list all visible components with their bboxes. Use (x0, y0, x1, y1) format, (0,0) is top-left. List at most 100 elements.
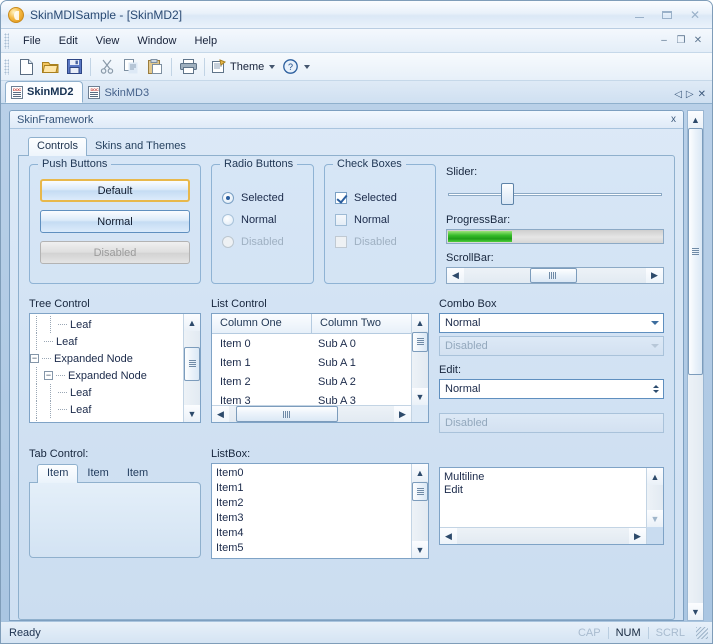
list-item[interactable]: Item0 (216, 466, 411, 481)
scroll-down-arrow-icon[interactable]: ▼ (412, 388, 428, 405)
column-header-one[interactable]: Column One (212, 314, 312, 333)
scroll-down-arrow-icon[interactable]: ▼ (412, 541, 428, 558)
horizontal-scrollbar[interactable]: ◀ ▶ (446, 267, 664, 284)
theme-button[interactable]: Theme (209, 56, 278, 78)
checkbox-selected[interactable]: Selected (335, 187, 425, 209)
tree-control[interactable]: Leaf Leaf − Expanded Node − Expanded Nod… (29, 313, 201, 423)
toolbar-overflow-caret-icon[interactable] (304, 64, 311, 69)
new-file-icon[interactable] (15, 56, 37, 78)
tab-next-icon[interactable]: ▷ (686, 89, 694, 100)
list-control[interactable]: Column One Column Two Item 0 Sub A 0 Ite… (211, 313, 429, 423)
tree-node[interactable]: − Expanded Node (30, 350, 183, 367)
combo-box-normal[interactable]: Normal (439, 313, 664, 333)
open-folder-icon[interactable] (39, 56, 61, 78)
table-row[interactable]: Item 0 Sub A 0 (212, 334, 411, 353)
radio-selected[interactable]: Selected (222, 187, 303, 209)
scrollbar-track[interactable] (464, 268, 646, 283)
list-item[interactable]: Item5 (216, 541, 411, 556)
radio-normal[interactable]: Normal (222, 209, 303, 231)
mdi-restore-button[interactable]: ❐ (673, 34, 689, 48)
table-row[interactable]: Item 2 Sub A 2 (212, 372, 411, 391)
tab-prev-icon[interactable]: ◁ (674, 89, 682, 100)
list-horizontal-scrollbar[interactable]: ◀ ▶ (212, 405, 411, 422)
scroll-up-arrow-icon[interactable]: ▲ (688, 111, 703, 128)
default-button[interactable]: Default (40, 179, 190, 202)
spinner-icon[interactable] (648, 385, 663, 393)
scroll-left-arrow-icon[interactable]: ◀ (447, 268, 464, 283)
normal-button[interactable]: Normal (40, 210, 190, 233)
chevron-down-icon[interactable] (646, 321, 663, 325)
print-icon[interactable] (177, 56, 199, 78)
tree-node[interactable]: Leaf (30, 316, 183, 333)
list-box-vertical-scrollbar[interactable]: ▲ ▼ (411, 464, 428, 558)
mdi-scroll-track[interactable] (688, 128, 703, 603)
scroll-left-arrow-icon[interactable]: ◀ (440, 528, 457, 544)
list-box-scroll-thumb[interactable] (412, 482, 428, 502)
checkbox-normal[interactable]: Normal (335, 209, 425, 231)
scroll-right-arrow-icon[interactable]: ▶ (646, 268, 663, 283)
save-disk-icon[interactable] (63, 56, 85, 78)
tab-close-icon[interactable]: ✕ (698, 89, 706, 100)
mdi-tab-skinmd3[interactable]: SkinMD3 (83, 82, 158, 103)
scroll-down-arrow-icon[interactable]: ▼ (688, 603, 703, 620)
table-row[interactable]: Item 1 Sub A 1 (212, 353, 411, 372)
mdi-close-button[interactable]: ✕ (690, 34, 706, 48)
menu-help[interactable]: Help (185, 32, 226, 50)
multiline-edit-text[interactable]: Multiline Edit (440, 468, 646, 527)
list-hscroll-track[interactable] (229, 406, 394, 422)
tree-collapse-icon[interactable]: − (30, 354, 39, 363)
mdi-tab-skinmd2[interactable]: SkinMD2 (5, 81, 84, 103)
cut-scissors-icon[interactable] (96, 56, 118, 78)
tab-item-2[interactable]: Item (78, 465, 117, 482)
list-box-scroll-track[interactable] (412, 481, 428, 541)
tab-skins-and-themes[interactable]: Skins and Themes (87, 138, 194, 155)
tree-node[interactable]: Leaf (30, 418, 183, 422)
multiline-hscroll-track[interactable] (457, 528, 629, 544)
list-item[interactable]: Item3 (216, 511, 411, 526)
list-item[interactable]: Item1 (216, 481, 411, 496)
column-header-two[interactable]: Column Two (312, 314, 411, 333)
menu-edit[interactable]: Edit (50, 32, 87, 50)
list-item[interactable]: Item6 (216, 556, 411, 558)
scroll-left-arrow-icon[interactable]: ◀ (212, 406, 229, 422)
list-item[interactable]: Item4 (216, 526, 411, 541)
toolbar-drag-grip[interactable] (4, 58, 9, 75)
mdi-minimize-button[interactable]: – (656, 34, 672, 48)
tree-collapse-icon[interactable]: − (44, 371, 53, 380)
list-box[interactable]: Item0 Item1 Item2 Item3 Item4 Item5 Item… (211, 463, 429, 559)
list-item[interactable]: Item2 (216, 496, 411, 511)
minimize-button[interactable] (626, 6, 652, 24)
multiline-scroll-track[interactable] (647, 485, 663, 510)
scroll-up-arrow-icon[interactable]: ▲ (647, 468, 663, 485)
tree-scroll-thumb[interactable] (184, 347, 200, 382)
scroll-up-arrow-icon[interactable]: ▲ (412, 464, 428, 481)
resize-grip-icon[interactable] (696, 626, 708, 639)
slider-thumb[interactable] (501, 183, 514, 205)
mdi-scroll-thumb[interactable] (688, 128, 703, 375)
list-scroll-track[interactable] (412, 331, 428, 388)
multiline-vertical-scrollbar[interactable]: ▲ ▼ (646, 468, 663, 527)
list-hscroll-thumb[interactable] (235, 406, 338, 422)
scroll-down-arrow-icon[interactable]: ▼ (647, 510, 663, 527)
maximize-button[interactable] (654, 6, 680, 24)
multiline-edit[interactable]: Multiline Edit ▲ ▼ ◀ ▶ (439, 467, 664, 545)
list-scroll-thumb[interactable] (412, 332, 428, 352)
help-icon[interactable]: ? (279, 56, 301, 78)
tab-item-3[interactable]: Item (118, 465, 157, 482)
tree-node[interactable]: Leaf (30, 333, 183, 350)
multiline-horizontal-scrollbar[interactable]: ◀ ▶ (440, 527, 646, 544)
edit-field-normal[interactable]: Normal (439, 379, 664, 399)
table-row[interactable]: Item 3 Sub A 3 (212, 391, 411, 406)
close-button[interactable]: ✕ (682, 6, 708, 24)
scrollbar-thumb[interactable] (529, 268, 577, 283)
theme-dropdown-caret-icon[interactable] (269, 64, 276, 69)
child-window-close-button[interactable]: x (668, 114, 679, 125)
tree-scroll-track[interactable] (184, 331, 200, 405)
mdi-client-vertical-scrollbar[interactable]: ▲ ▼ (687, 110, 704, 621)
scroll-right-arrow-icon[interactable]: ▶ (394, 406, 411, 422)
menu-window[interactable]: Window (128, 32, 185, 50)
scroll-up-arrow-icon[interactable]: ▲ (412, 314, 428, 331)
slider[interactable] (446, 181, 664, 207)
tab-controls[interactable]: Controls (28, 137, 87, 156)
paste-clipboard-icon[interactable] (144, 56, 166, 78)
